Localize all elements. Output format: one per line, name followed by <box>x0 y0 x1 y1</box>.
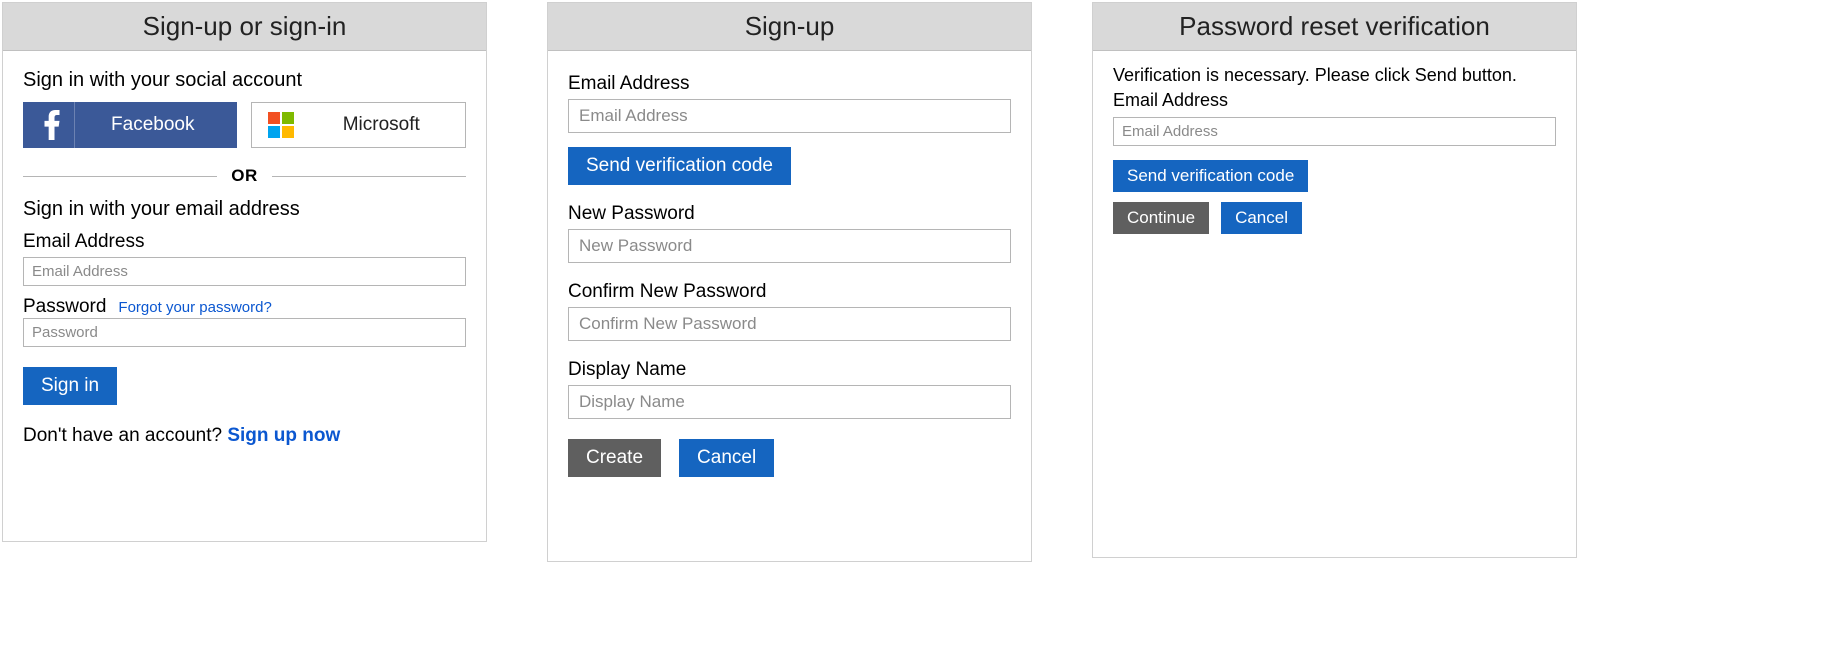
new-password-label: New Password <box>568 203 1011 225</box>
reset-body: Verification is necessary. Please click … <box>1093 51 1576 252</box>
microsoft-button[interactable]: Microsoft <box>251 102 467 148</box>
reset-message: Verification is necessary. Please click … <box>1113 65 1556 86</box>
forgot-password-link[interactable]: Forgot your password? <box>118 299 271 316</box>
facebook-icon <box>29 102 75 148</box>
signin-body: Sign in with your social account Faceboo… <box>3 51 486 465</box>
email-field[interactable] <box>23 257 466 286</box>
password-label: Password <box>23 296 106 318</box>
signup-title: Sign-up <box>548 3 1031 51</box>
send-code-button[interactable]: Send verification code <box>568 147 791 185</box>
confirm-password-label: Confirm New Password <box>568 281 1011 303</box>
password-field[interactable] <box>23 318 466 347</box>
reset-send-code-button[interactable]: Send verification code <box>1113 160 1308 192</box>
reset-email-label: Email Address <box>1113 90 1556 111</box>
new-password-field[interactable] <box>568 229 1011 263</box>
signup-email-field[interactable] <box>568 99 1011 133</box>
facebook-label: Facebook <box>75 114 231 136</box>
signup-email-label: Email Address <box>568 73 1011 95</box>
reset-title: Password reset verification <box>1093 3 1576 51</box>
or-divider: OR <box>23 166 466 186</box>
reset-email-field[interactable] <box>1113 117 1556 146</box>
local-heading: Sign in with your email address <box>23 198 466 221</box>
signup-now-link[interactable]: Sign up now <box>227 425 340 446</box>
microsoft-icon <box>258 103 304 147</box>
signup-panel: Sign-up Email Address Send verification … <box>547 2 1032 562</box>
signin-title: Sign-up or sign-in <box>3 3 486 51</box>
or-text: OR <box>217 166 272 186</box>
display-name-label: Display Name <box>568 359 1011 381</box>
email-label: Email Address <box>23 231 466 253</box>
no-account-prefix: Don't have an account? <box>23 425 227 446</box>
signin-button[interactable]: Sign in <box>23 367 117 405</box>
signin-panel: Sign-up or sign-in Sign in with your soc… <box>2 2 487 542</box>
microsoft-label: Microsoft <box>304 114 460 136</box>
social-heading: Sign in with your social account <box>23 69 466 92</box>
display-name-field[interactable] <box>568 385 1011 419</box>
continue-button[interactable]: Continue <box>1113 202 1209 234</box>
reset-cancel-button[interactable]: Cancel <box>1221 202 1302 234</box>
reset-panel: Password reset verification Verification… <box>1092 2 1577 558</box>
create-button[interactable]: Create <box>568 439 661 477</box>
social-row: Facebook Microsoft <box>23 102 466 148</box>
confirm-password-field[interactable] <box>568 307 1011 341</box>
signup-body: Email Address Send verification code New… <box>548 51 1031 495</box>
facebook-button[interactable]: Facebook <box>23 102 237 148</box>
no-account-text: Don't have an account? Sign up now <box>23 425 466 447</box>
signup-cancel-button[interactable]: Cancel <box>679 439 774 477</box>
